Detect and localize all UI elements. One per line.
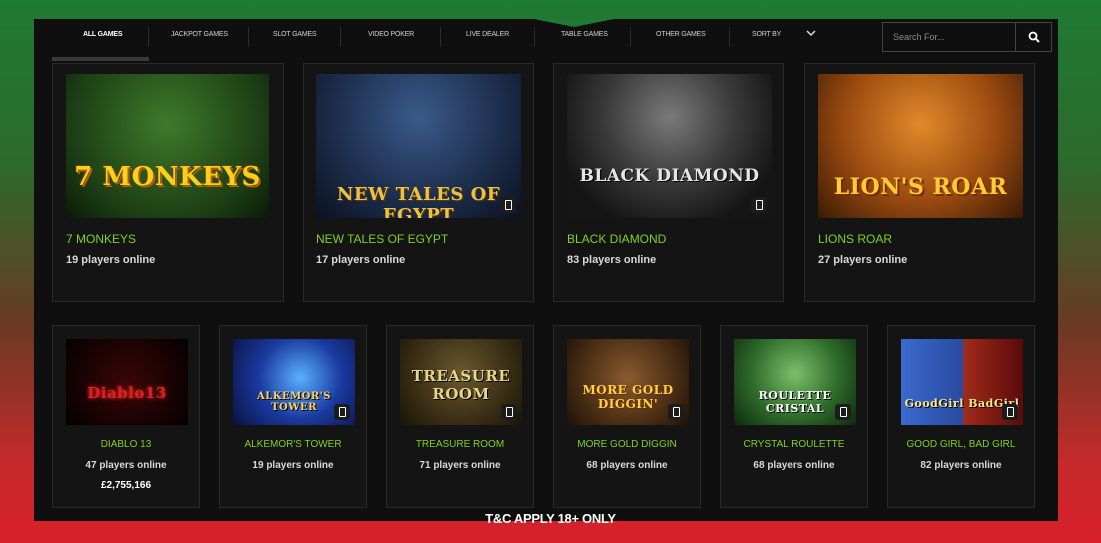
game-card-crystal-roulette[interactable]: ROULETTE CRISTAL CRYSTAL ROULETTE 68 pla… (720, 325, 868, 508)
game-thumbnail[interactable]: LION'S ROAR (818, 74, 1023, 218)
tab-jackpot-games[interactable]: JACKPOT GAMES (171, 31, 228, 38)
game-title[interactable]: TREASURE ROOM (387, 439, 533, 450)
players-online: 17 players online (316, 254, 406, 266)
game-card-lions-roar[interactable]: LION'S ROAR LIONS ROAR 27 players online (804, 63, 1035, 302)
game-title[interactable]: ALKEMOR'S TOWER (220, 439, 366, 450)
tab-video-poker[interactable]: VIDEO POKER (368, 31, 414, 38)
players-online: 83 players online (567, 254, 657, 266)
game-thumbnail[interactable]: MORE GOLD DIGGIN' (567, 339, 689, 425)
thumbnail-logo: BLACK DIAMOND (579, 166, 760, 186)
category-nav: ALL GAMES JACKPOT GAMES SLOT GAMES VIDEO… (52, 19, 1058, 59)
game-card-treasure-room[interactable]: TREASURE ROOM TREASURE ROOM 71 players o… (386, 325, 534, 508)
nav-divider (729, 27, 730, 47)
sort-by-dropdown[interactable]: SORT BY (752, 31, 781, 38)
game-thumbnail[interactable]: ROULETTE CRISTAL (734, 339, 856, 425)
games-panel: ALL GAMES JACKPOT GAMES SLOT GAMES VIDEO… (34, 19, 1058, 521)
game-title[interactable]: NEW TALES OF EGYPT (316, 232, 448, 246)
game-title[interactable]: LIONS ROAR (818, 232, 892, 246)
nav-divider (148, 27, 149, 47)
players-online: 27 players online (818, 254, 908, 266)
search-box (882, 22, 1052, 52)
game-title[interactable]: 7 MONKEYS (66, 232, 136, 246)
nav-divider (440, 27, 441, 47)
game-card-alkemors-tower[interactable]: ALKEMOR'S TOWER ALKEMOR'S TOWER 19 playe… (219, 325, 367, 508)
tab-slot-games[interactable]: SLOT GAMES (273, 31, 317, 38)
tab-other-games[interactable]: OTHER GAMES (656, 31, 706, 38)
search-icon (1028, 31, 1040, 43)
players-online: 68 players online (586, 460, 668, 471)
players-online: 19 players online (252, 460, 334, 471)
mobile-icon (668, 404, 684, 420)
tab-all-games[interactable]: ALL GAMES (83, 31, 122, 38)
mobile-icon (835, 404, 851, 420)
mobile-icon (334, 404, 350, 420)
game-thumbnail[interactable]: GoodGirl BadGirl (901, 339, 1023, 425)
nav-divider (630, 27, 631, 47)
game-title[interactable]: BLACK DIAMOND (567, 232, 666, 246)
terms-notice: T&C APPLY 18+ ONLY (485, 511, 616, 526)
game-thumbnail[interactable]: NEW TALES OF EGYPT (316, 74, 521, 218)
nav-divider (340, 27, 341, 47)
mobile-icon (501, 404, 517, 420)
game-title[interactable]: DIABLO 13 (53, 439, 199, 450)
search-input[interactable] (883, 23, 1017, 51)
game-card-diablo-13[interactable]: Diablo13 DIABLO 13 47 players online £2,… (52, 325, 200, 508)
players-online: 71 players online (419, 460, 501, 471)
mobile-icon (751, 197, 767, 213)
nav-divider (534, 27, 535, 47)
game-card-black-diamond[interactable]: BLACK DIAMOND BLACK DIAMOND 83 players o… (553, 63, 784, 302)
jackpot-amount: £2,755,166 (100, 480, 152, 491)
active-tab-indicator (52, 57, 149, 61)
game-card-7-monkeys[interactable]: 7 MONKEYS 7 MONKEYS 19 players online (52, 63, 284, 302)
search-button[interactable] (1015, 23, 1051, 51)
tab-table-games[interactable]: TABLE GAMES (561, 31, 608, 38)
mobile-icon (500, 197, 516, 213)
game-thumbnail[interactable]: ALKEMOR'S TOWER (233, 339, 355, 425)
game-title[interactable]: GOOD GIRL, BAD GIRL (888, 439, 1034, 450)
chevron-down-icon[interactable] (805, 28, 817, 38)
game-thumbnail[interactable]: Diablo13 (66, 339, 188, 425)
game-title[interactable]: MORE GOLD DIGGIN (554, 439, 700, 450)
game-card-good-girl-bad-girl[interactable]: GoodGirl BadGirl GOOD GIRL, BAD GIRL 82 … (887, 325, 1035, 508)
nav-divider (248, 27, 249, 47)
thumbnail-logo: Diablo13 (87, 384, 167, 402)
game-thumbnail[interactable]: TREASURE ROOM (400, 339, 522, 425)
thumbnail-logo: NEW TALES OF EGYPT (336, 184, 501, 218)
players-online: 68 players online (753, 460, 835, 471)
game-thumbnail[interactable]: BLACK DIAMOND (567, 74, 772, 218)
players-online: 82 players online (920, 460, 1002, 471)
game-card-new-tales-of-egypt[interactable]: NEW TALES OF EGYPT NEW TALES OF EGYPT 17… (303, 63, 534, 302)
thumbnail-logo: LION'S ROAR (833, 174, 1008, 200)
thumbnail-logo: TREASURE ROOM (411, 367, 511, 403)
players-online: 47 players online (85, 460, 167, 471)
game-card-more-gold-diggin[interactable]: MORE GOLD DIGGIN' MORE GOLD DIGGIN 68 pl… (553, 325, 701, 508)
game-thumbnail[interactable]: 7 MONKEYS (66, 74, 269, 218)
mobile-icon (1002, 404, 1018, 420)
game-title[interactable]: CRYSTAL ROULETTE (721, 439, 867, 450)
thumbnail-logo: 7 MONKEYS (74, 162, 261, 192)
tab-live-dealer[interactable]: LIVE DEALER (466, 31, 509, 38)
players-online: 19 players online (66, 254, 156, 266)
